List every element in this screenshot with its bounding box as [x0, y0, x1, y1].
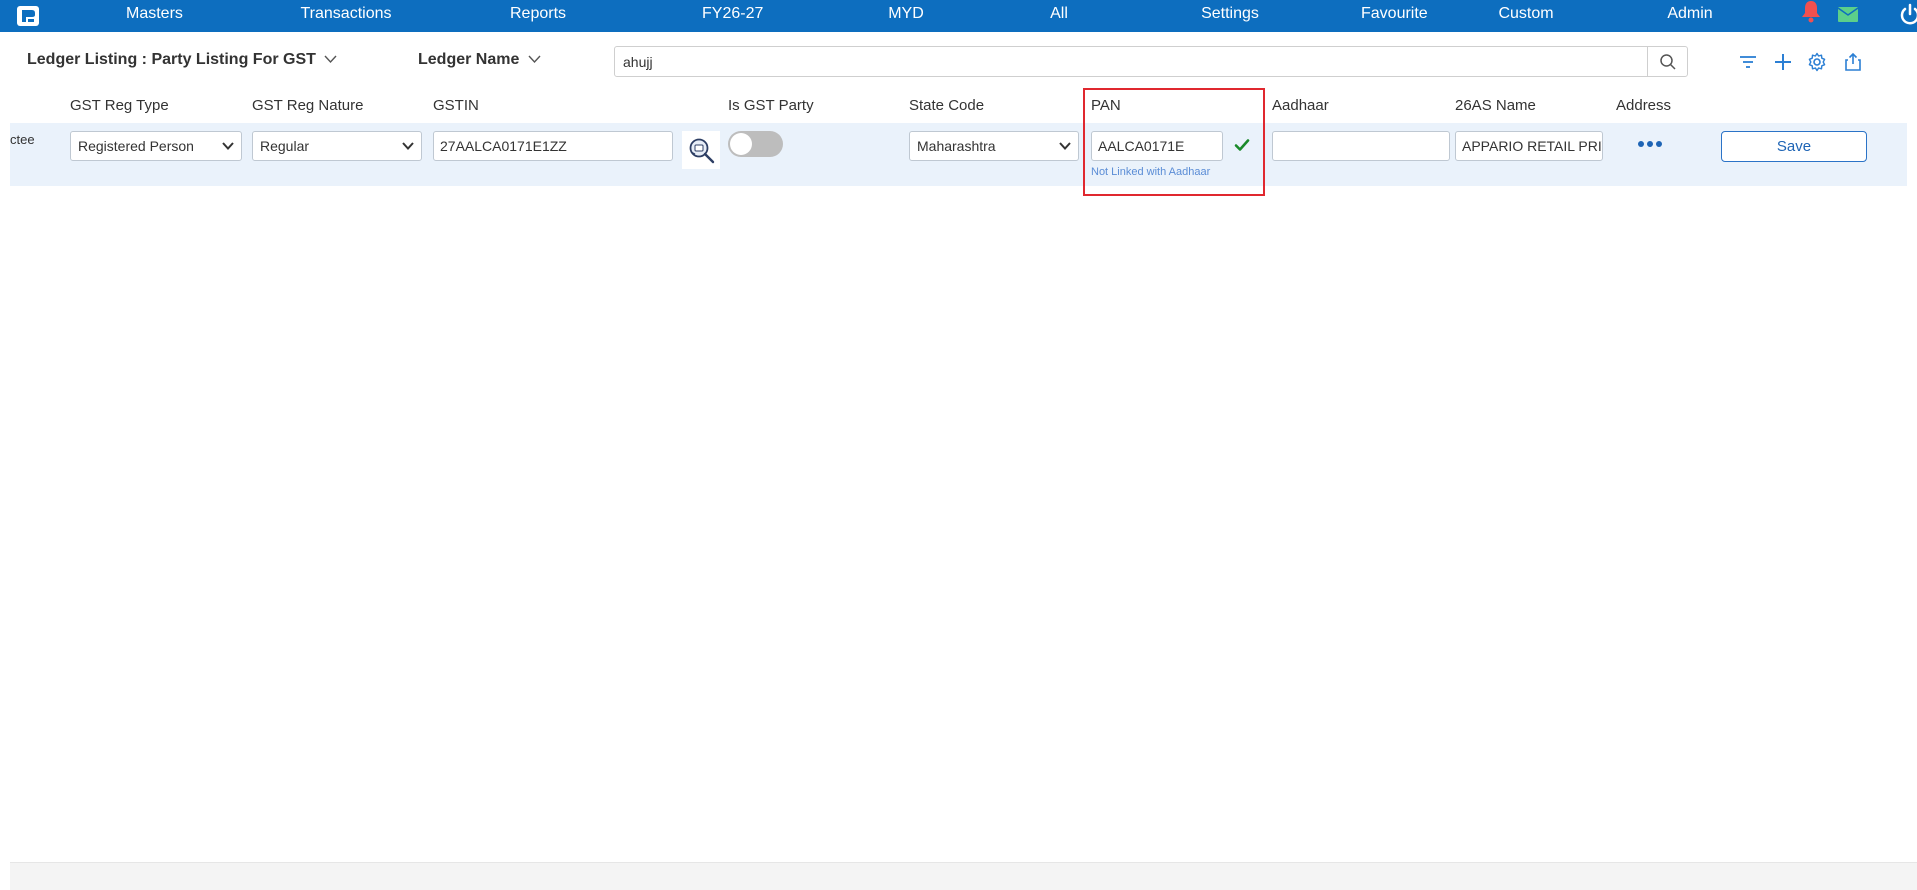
search-input[interactable] [623, 47, 1623, 76]
gstin-lookup-button[interactable] [682, 131, 720, 169]
gstin-lookup-icon [689, 138, 715, 164]
nav-reports[interactable]: Reports [510, 0, 566, 28]
gst-reg-nature-select[interactable]: Regular [252, 131, 422, 161]
power-icon[interactable] [1898, 2, 1917, 26]
aadhaar-input[interactable] [1272, 131, 1450, 161]
party-name-cell: ctee [10, 132, 35, 147]
column-header-is-gst-party[interactable]: Is GST Party [728, 97, 814, 114]
export-icon[interactable] [1842, 51, 1864, 73]
nav-settings[interactable]: Settings [1200, 0, 1260, 28]
nav-myd[interactable]: MYD [888, 0, 924, 28]
gstin-input[interactable]: 27AALCA0171E1ZZ [433, 131, 673, 161]
column-header-gstin[interactable]: GSTIN [433, 97, 479, 114]
column-header-address[interactable]: Address [1616, 97, 1671, 114]
column-header-26as-name[interactable]: 26AS Name [1455, 97, 1536, 114]
column-header-gst-reg-type[interactable]: GST Reg Type [70, 97, 169, 114]
bell-icon[interactable] [1799, 0, 1823, 24]
footer-bar [10, 862, 1917, 890]
save-button[interactable]: Save [1721, 131, 1867, 162]
gst-reg-type-select[interactable]: Registered Person [70, 131, 242, 161]
field-selector-dropdown[interactable]: Ledger Name [418, 51, 541, 69]
field-selector-label: Ledger Name [418, 51, 520, 68]
state-code-select[interactable]: Maharashtra [909, 131, 1079, 161]
26as-name-input[interactable]: APPARIO RETAIL PRIV [1455, 131, 1603, 161]
more-dots-icon[interactable] [1637, 138, 1663, 150]
filter-icon[interactable] [1737, 51, 1759, 73]
chevron-down-icon [1059, 142, 1071, 150]
search-box [614, 46, 1688, 77]
gst-reg-type-value: Registered Person [78, 138, 194, 154]
chevron-down-icon [324, 55, 337, 64]
toggle-knob [730, 133, 752, 155]
column-header-state-code[interactable]: State Code [909, 97, 984, 114]
state-code-value: Maharashtra [917, 138, 996, 154]
is-gst-party-toggle[interactable] [728, 131, 783, 157]
column-header-gst-reg-nature[interactable]: GST Reg Nature [252, 97, 363, 114]
nav-all[interactable]: All [1049, 0, 1069, 28]
mail-icon[interactable] [1836, 2, 1860, 26]
plus-icon[interactable] [1772, 51, 1794, 73]
listing-title: Ledger Listing : Party Listing For GST [27, 51, 316, 68]
nav-masters[interactable]: Masters [126, 0, 183, 28]
chevron-down-icon [402, 142, 414, 150]
nav-admin[interactable]: Admin [1667, 0, 1713, 28]
chevron-down-icon [528, 55, 541, 64]
nav-custom[interactable]: Custom [1498, 0, 1554, 28]
chevron-down-icon [222, 142, 234, 150]
pan-highlight-box [1083, 88, 1265, 196]
search-icon [1659, 53, 1676, 70]
gear-icon[interactable] [1806, 51, 1828, 73]
app-logo-icon[interactable] [16, 5, 40, 27]
column-header-aadhaar[interactable]: Aadhaar [1272, 97, 1329, 114]
nav-transactions[interactable]: Transactions [300, 0, 392, 28]
search-button[interactable] [1647, 47, 1687, 76]
top-nav-bar: Masters Transactions Reports FY26-27 MYD… [0, 0, 1917, 32]
nav-financial-year[interactable]: FY26-27 [702, 0, 763, 28]
gst-reg-nature-value: Regular [260, 138, 310, 154]
listing-title-dropdown[interactable]: Ledger Listing : Party Listing For GST [27, 51, 337, 69]
nav-favourite[interactable]: Favourite [1361, 0, 1428, 28]
